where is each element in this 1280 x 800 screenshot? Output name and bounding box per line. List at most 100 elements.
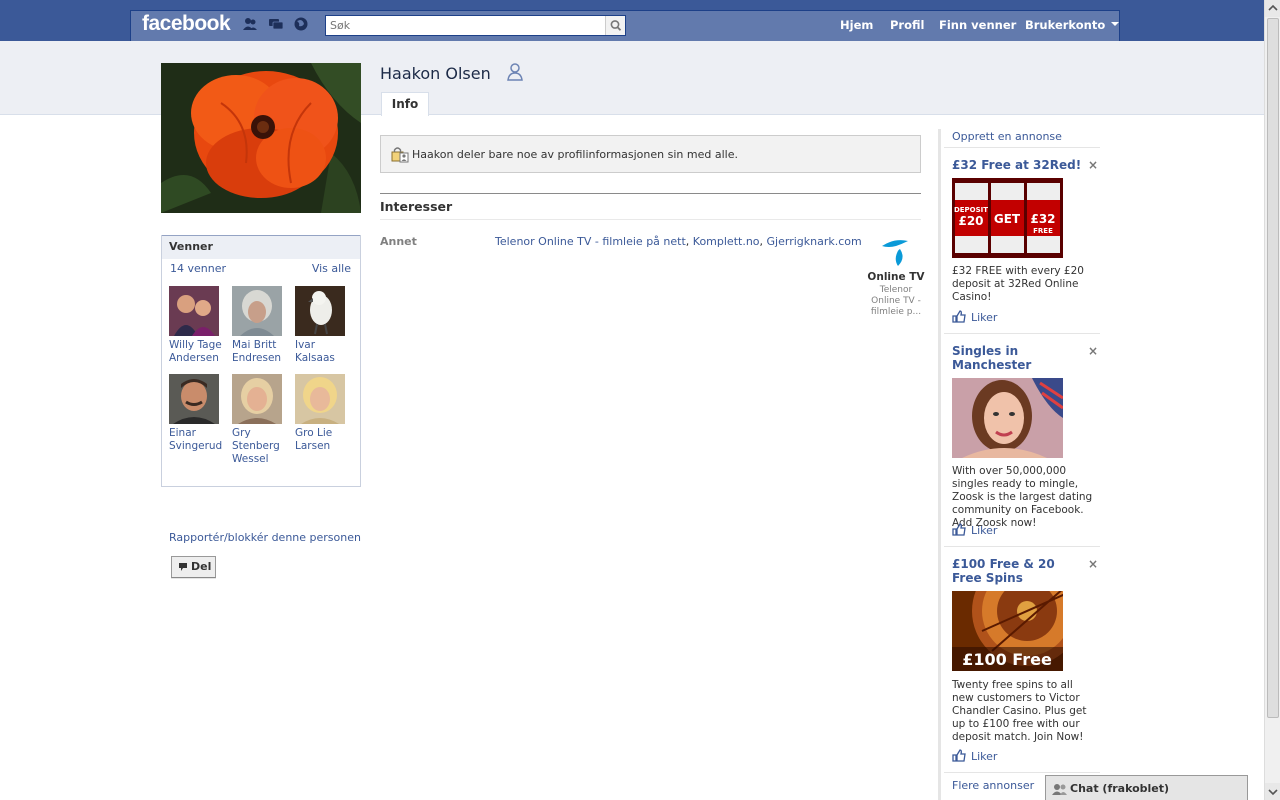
- messages-icon[interactable]: [268, 17, 284, 31]
- friend-item[interactable]: Mai Britt Endresen: [232, 286, 287, 365]
- friend-name[interactable]: Mai Britt Endresen: [232, 339, 287, 365]
- ad-separator: [944, 333, 1100, 334]
- vertical-scrollbar[interactable]: [1264, 0, 1280, 800]
- friends-title: Venner: [162, 235, 360, 259]
- search-box[interactable]: [325, 15, 626, 36]
- notifications-globe-icon[interactable]: [293, 17, 309, 31]
- chevron-down-icon: [1111, 22, 1120, 26]
- friend-name[interactable]: Gro Lie Larsen: [295, 427, 350, 453]
- friend-item[interactable]: Willy Tage Andersen: [169, 286, 224, 365]
- ad-image-roulette[interactable]: £100 Free: [952, 591, 1063, 671]
- telenor-logo[interactable]: [876, 236, 916, 268]
- interest-link[interactable]: Telenor Online TV - filmleie på nett: [495, 235, 686, 248]
- share-button[interactable]: Del: [171, 556, 216, 578]
- other-label: Annet: [380, 235, 417, 248]
- thumbs-up-icon: [952, 749, 966, 762]
- ad-title[interactable]: £32 Free at 32Red!: [952, 158, 1082, 172]
- friend-item[interactable]: Gry Stenberg Wessel: [232, 374, 287, 466]
- ad-like-button[interactable]: Liker: [952, 749, 997, 763]
- interest-link[interactable]: Gjerrigknark.com: [767, 235, 862, 248]
- friend-requests-icon[interactable]: [242, 17, 258, 31]
- scroll-up-button[interactable]: [1265, 0, 1280, 17]
- privacy-notice: Haakon deler bare noe av profilinformasj…: [380, 135, 921, 173]
- friend-photo[interactable]: [295, 286, 345, 336]
- ad-close-icon[interactable]: ×: [1088, 344, 1098, 358]
- interests-title: Interesser: [380, 199, 453, 214]
- nav-profile[interactable]: Profil: [890, 18, 924, 32]
- ad-like-label: Liker: [971, 311, 998, 324]
- nav-account-label: Brukerkonto: [1025, 18, 1106, 32]
- ad-image-text: DEPOSIT: [954, 206, 988, 214]
- profile-picture[interactable]: [161, 63, 361, 213]
- nav-home[interactable]: Hjem: [840, 18, 873, 32]
- ad-like-label: Liker: [971, 524, 998, 537]
- more-ads-link[interactable]: Flere annonser: [952, 779, 1034, 792]
- ad-image-text: GET: [994, 212, 1021, 226]
- arrow-up-icon: [1268, 4, 1278, 11]
- friend-photo[interactable]: [169, 286, 219, 336]
- friend-photo[interactable]: [295, 374, 345, 424]
- report-block-link[interactable]: Rapportér/blokkér denne personen: [169, 531, 361, 544]
- share-label: Del: [191, 560, 212, 573]
- ad-body: With over 50,000,000 singles ready to mi…: [952, 465, 1093, 529]
- ad-like-button[interactable]: Liker: [952, 310, 997, 324]
- ad-body: £32 FREE with every £20 deposit at 32Red…: [952, 265, 1084, 303]
- thumbs-up-icon: [952, 310, 966, 323]
- friend-item[interactable]: Ivar Kalsaas: [295, 286, 350, 365]
- ad-close-icon[interactable]: ×: [1088, 557, 1098, 571]
- friends-see-all-link[interactable]: Vis alle: [312, 262, 351, 275]
- ad-image-text: £20: [958, 214, 983, 228]
- page-card-description[interactable]: Telenor Online TV - filmleie p...: [866, 285, 926, 318]
- share-bubble-icon: [179, 563, 187, 571]
- friend-photo[interactable]: [169, 374, 219, 424]
- search-button[interactable]: [605, 16, 625, 35]
- ad-column-divider: [938, 129, 941, 800]
- tab-info[interactable]: Info: [381, 92, 429, 116]
- friend-photo[interactable]: [232, 374, 282, 424]
- chat-people-icon: [1052, 784, 1067, 795]
- interest-separator: ,: [685, 235, 693, 248]
- friend-name[interactable]: Willy Tage Andersen: [169, 339, 224, 365]
- magnifier-icon: [610, 20, 622, 31]
- create-ad-link[interactable]: Opprett en annonse: [952, 130, 1062, 143]
- friend-item[interactable]: Einar Svingerud: [169, 374, 224, 453]
- search-input[interactable]: [326, 16, 604, 35]
- friend-item[interactable]: Gro Lie Larsen: [295, 374, 350, 453]
- friend-photo[interactable]: [232, 286, 282, 336]
- friends-count-link[interactable]: 14 venner: [170, 262, 226, 275]
- scroll-thumb[interactable]: [1267, 18, 1279, 718]
- interest-separator: ,: [759, 235, 767, 248]
- thumbs-up-icon: [952, 523, 966, 536]
- friend-name[interactable]: Gry Stenberg Wessel: [232, 427, 287, 466]
- chat-label: Chat (frakoblet): [1070, 782, 1170, 795]
- ad-like-label: Liker: [971, 750, 998, 763]
- scroll-down-button[interactable]: [1265, 783, 1280, 800]
- page-card-name[interactable]: Online TV: [866, 271, 926, 283]
- facebook-logo[interactable]: facebook: [142, 12, 231, 36]
- ad-close-icon[interactable]: ×: [1088, 158, 1098, 172]
- profile-name: Haakon Olsen: [380, 64, 491, 83]
- interests-divider: [380, 193, 921, 194]
- ad-separator: [944, 772, 1100, 773]
- nav-find-friends[interactable]: Finn venner: [939, 18, 1016, 32]
- other-links: Telenor Online TV - filmleie på nett, Ko…: [495, 235, 862, 248]
- friend-name[interactable]: Ivar Kalsaas: [295, 339, 350, 365]
- nav-account[interactable]: Brukerkonto: [1025, 18, 1120, 32]
- ad-separator: [944, 147, 1100, 148]
- ad-image-woman[interactable]: [952, 378, 1063, 458]
- friend-name[interactable]: Einar Svingerud: [169, 427, 224, 453]
- ad-image-text: FREE: [1033, 227, 1053, 235]
- ad-title[interactable]: Singles in Manchester: [952, 344, 1082, 372]
- chat-bar[interactable]: Chat (frakoblet): [1045, 775, 1248, 800]
- friends-box: Venner 14 venner Vis alle Willy Tage And…: [161, 235, 361, 487]
- poppy-photo: [161, 63, 361, 213]
- ad-like-button[interactable]: Liker: [952, 523, 997, 537]
- arrow-down-icon: [1268, 789, 1278, 796]
- ad-title[interactable]: £100 Free & 20 Free Spins: [952, 557, 1082, 585]
- interest-link[interactable]: Komplett.no: [693, 235, 760, 248]
- lock-people-icon: [391, 147, 409, 163]
- ad-image-slot-machine[interactable]: DEPOSIT £20 GET £32 FREE: [952, 178, 1063, 258]
- add-friend-person-icon[interactable]: [507, 63, 523, 81]
- ad-separator: [944, 546, 1100, 547]
- ad-image-text: £100 Free: [962, 650, 1052, 669]
